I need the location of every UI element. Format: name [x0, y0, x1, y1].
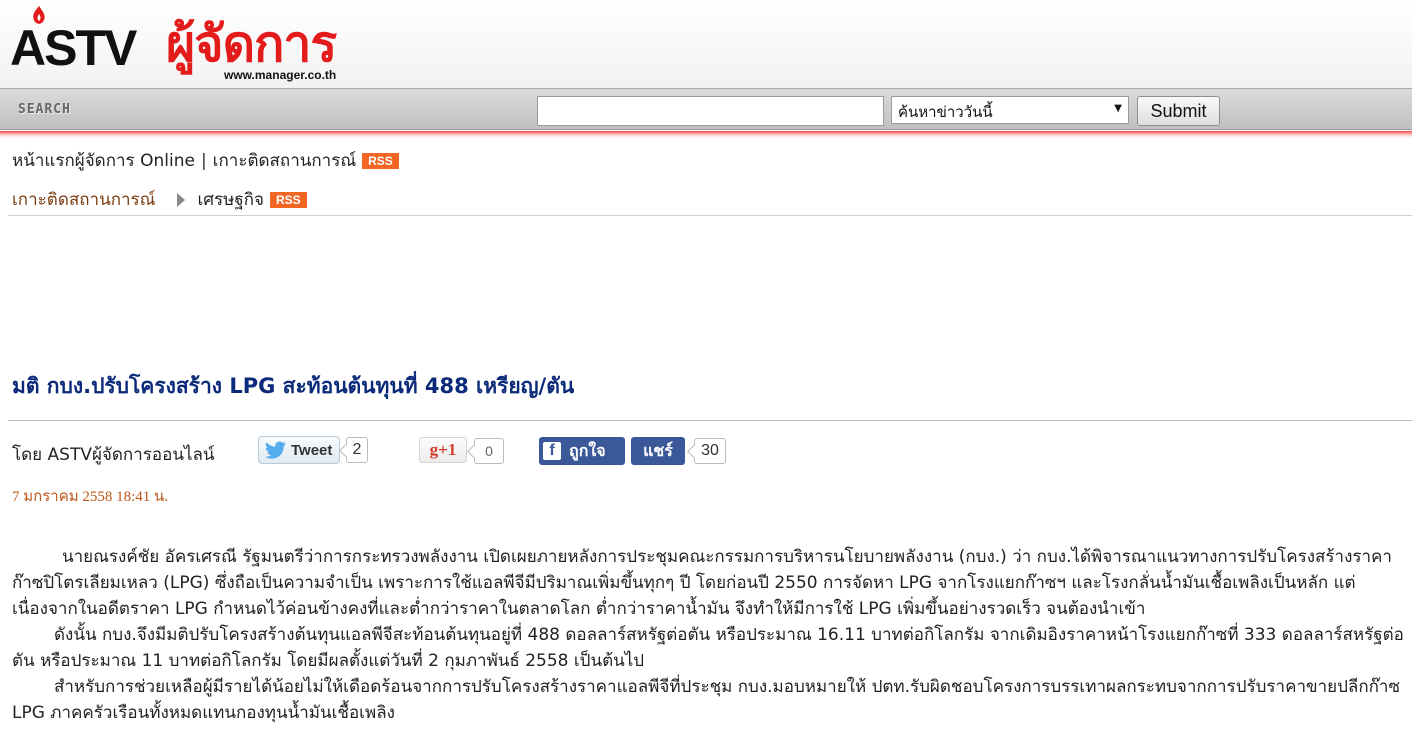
facebook-like-label: ถูกใจ: [569, 440, 606, 460]
article-body: นายณรงค์ชัย อัครเศรณี รัฐมนตรีว่าการกระท…: [12, 544, 1404, 726]
article-paragraph: นายณรงค์ชัย อัครเศรณี รัฐมนตรีว่าการกระท…: [12, 547, 1392, 619]
breadcrumb-parent-link[interactable]: เกาะติดสถานการณ์: [12, 186, 155, 213]
chevron-down-icon: ▼: [1114, 103, 1122, 114]
facebook-share-button[interactable]: แชร์: [631, 437, 685, 465]
google-plus-count: 0: [474, 438, 504, 464]
search-scope-value: ค้นหาข่าววันนี้: [898, 103, 993, 121]
section-link[interactable]: เกาะติดสถานการณ์: [213, 147, 356, 174]
facebook-icon: f: [543, 442, 561, 460]
article-paragraph: ดังนั้น กบง.จึงมีมติปรับโครงสร้างต้นทุนแ…: [12, 625, 1404, 671]
site-logo[interactable]: ASTV ผู้จัดการ www.manager.co.th: [10, 6, 390, 84]
facebook-like-button[interactable]: f ถูกใจ: [539, 437, 625, 465]
logo-url-text: www.manager.co.th: [224, 68, 337, 82]
facebook-count: 30: [694, 438, 726, 464]
search-label: SEARCH: [18, 102, 71, 117]
breadcrumb-rss-badge[interactable]: RSS: [270, 191, 307, 208]
header-accent-bar: [0, 131, 1412, 139]
headline-divider: [8, 420, 1412, 421]
breadcrumb: เกาะติดสถานการณ์ เศรษฐกิจ RSS: [12, 186, 307, 213]
submit-button[interactable]: Submit: [1137, 96, 1220, 126]
search-bar: SEARCH ค้นหาข่าววันนี้ ▼ Submit: [0, 88, 1412, 130]
breadcrumb-current-link[interactable]: เศรษฐกิจ: [197, 186, 264, 213]
article-date: 7 มกราคม 2558 18:41 น.: [12, 489, 169, 505]
article-byline: โดย ASTVผู้จัดการออนไลน์: [12, 445, 215, 465]
top-nav: หน้าแรกผู้จัดการ Online | เกาะติดสถานการ…: [12, 147, 399, 174]
article-headline: มติ กบง.ปรับโครงสร้าง LPG สะท้อนต้นทุนที…: [12, 374, 575, 398]
twitter-bird-icon: [265, 441, 286, 459]
nav-divider: [8, 215, 1412, 216]
nav-separator: |: [200, 150, 207, 171]
google-plus-button[interactable]: g+1: [419, 437, 467, 463]
search-scope-select[interactable]: ค้นหาข่าววันนี้ ▼: [891, 96, 1129, 124]
rss-badge[interactable]: RSS: [362, 152, 399, 169]
site-header: ASTV ผู้จัดการ www.manager.co.th: [0, 0, 1412, 88]
home-link[interactable]: หน้าแรกผู้จัดการ Online: [12, 147, 195, 174]
logo-astv-text: ASTV: [10, 20, 137, 76]
search-input[interactable]: [537, 96, 884, 126]
tweet-label: Tweet: [291, 441, 333, 459]
article-paragraph: สำหรับการช่วยเหลือผู้มีรายได้น้อยไม่ให้เ…: [12, 677, 1401, 723]
tweet-button[interactable]: Tweet: [258, 436, 340, 464]
breadcrumb-arrow-icon: [177, 192, 186, 207]
logo-brand-text: ผู้จัดการ: [166, 16, 337, 72]
tweet-count: 2: [346, 437, 368, 463]
